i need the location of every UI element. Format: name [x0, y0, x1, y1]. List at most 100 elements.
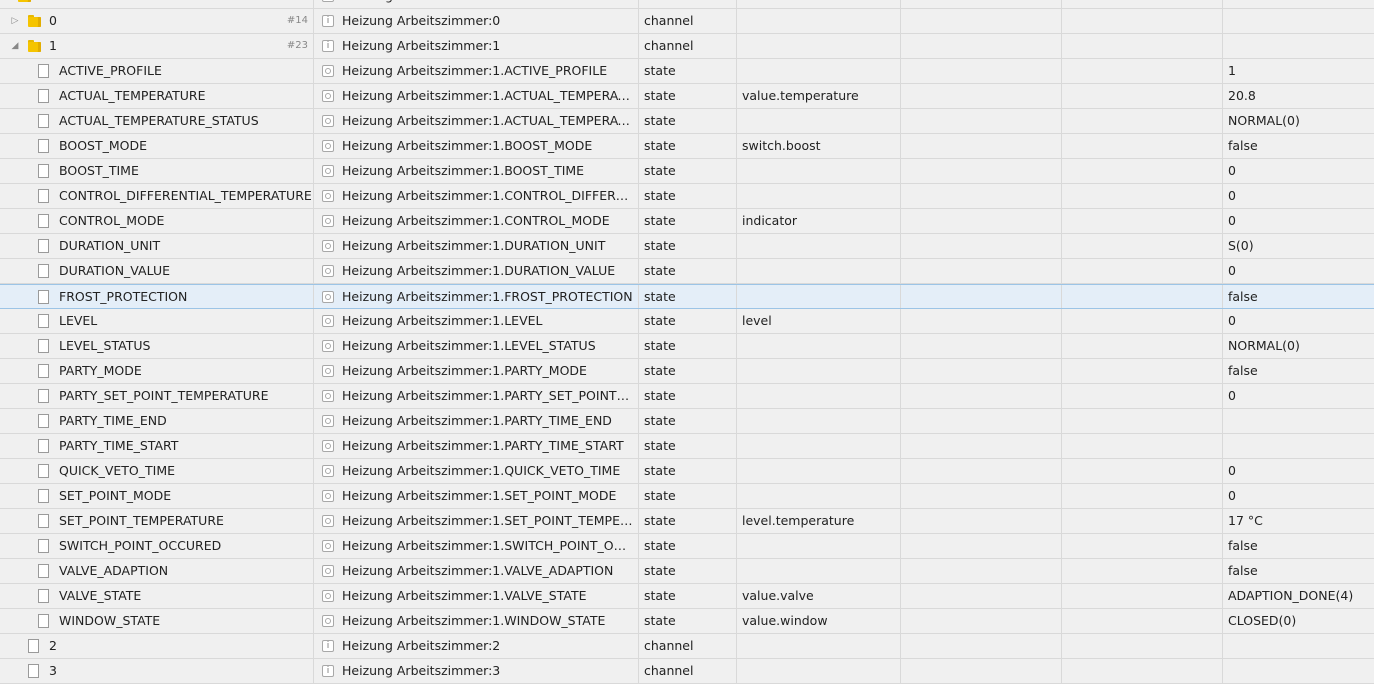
table-row[interactable]: ACTUAL_TEMPERATURE_STATUS Heizung Arbeits…: [0, 109, 1374, 134]
object-value[interactable]: S(0): [1228, 234, 1374, 258]
object-id: SWITCH_POINT_OCCURED: [59, 538, 222, 553]
table-row[interactable]: LEVEL_STATUS Heizung Arbeitszimmer:1.LEVE…: [0, 334, 1374, 359]
column-divider: [313, 309, 314, 333]
table-row[interactable]: PARTY_TIME_END Heizung Arbeitszimmer:1.PA…: [0, 409, 1374, 434]
column-divider: [313, 359, 314, 383]
column-divider: [638, 234, 639, 258]
column-divider: [900, 84, 901, 108]
column-divider: [900, 309, 901, 333]
state-type-icon: [322, 490, 334, 502]
table-row[interactable]: 000A1A998F22CD #13 Heizung Arbeitszimmer de…: [0, 0, 1374, 9]
object-value[interactable]: 17 °C: [1228, 509, 1374, 533]
object-value[interactable]: false: [1228, 534, 1374, 558]
object-value[interactable]: 0: [1228, 259, 1374, 283]
table-row[interactable]: PARTY_TIME_START Heizung Arbeitszimmer:1.…: [0, 434, 1374, 459]
column-divider: [1061, 84, 1062, 108]
table-row[interactable]: QUICK_VETO_TIME Heizung Arbeitszimmer:1.Q…: [0, 459, 1374, 484]
object-value[interactable]: [1228, 34, 1374, 58]
object-value[interactable]: [1228, 9, 1374, 33]
column-divider: [313, 434, 314, 458]
object-value[interactable]: CLOSED(0): [1228, 609, 1374, 633]
table-row[interactable]: CONTROL_MODE Heizung Arbeitszimmer:1.CONT…: [0, 209, 1374, 234]
column-divider: [1222, 59, 1223, 83]
column-divider: [736, 159, 737, 183]
table-row[interactable]: DURATION_UNIT Heizung Arbeitszimmer:1.DUR…: [0, 234, 1374, 259]
object-role: [742, 459, 897, 483]
object-value[interactable]: 0: [1228, 384, 1374, 408]
column-divider: [1222, 9, 1223, 33]
object-value[interactable]: false: [1228, 559, 1374, 583]
table-row[interactable]: PARTY_SET_POINT_TEMPERATURE Heizung Arbei…: [0, 384, 1374, 409]
object-value[interactable]: false: [1228, 134, 1374, 158]
table-row[interactable]: SET_POINT_TEMPERATURE Heizung Arbeitszimm…: [0, 509, 1374, 534]
object-value[interactable]: [1228, 634, 1374, 658]
column-divider: [313, 285, 314, 308]
object-value[interactable]: [1228, 0, 1374, 8]
object-name: Heizung Arbeitszimmer:1.PARTY_TIME_END: [342, 413, 612, 428]
table-row[interactable]: SET_POINT_MODE Heizung Arbeitszimmer:1.SE…: [0, 484, 1374, 509]
object-value[interactable]: [1228, 659, 1374, 683]
object-id: VALVE_ADAPTION: [59, 563, 169, 578]
table-row[interactable]: ACTUAL_TEMPERATURE Heizung Arbeitszimmer:…: [0, 84, 1374, 109]
state-type-icon: [322, 240, 334, 252]
column-divider: [1061, 234, 1062, 258]
channel-type-icon: [322, 664, 334, 678]
expand-toggle-icon[interactable]: ▷: [8, 9, 22, 33]
column-divider: [313, 584, 314, 608]
expand-toggle-icon[interactable]: ◢: [8, 34, 22, 58]
object-name: Heizung Arbeitszimmer:1.FROST_PROTECTION: [342, 289, 633, 304]
column-divider: [313, 559, 314, 583]
object-role: level.temperature: [742, 513, 855, 528]
object-value[interactable]: 0: [1228, 309, 1374, 333]
column-divider: [1222, 659, 1223, 683]
object-value[interactable]: [1228, 409, 1374, 433]
column-divider: [736, 659, 737, 683]
table-row[interactable]: CONTROL_DIFFERENTIAL_TEMPERATURE Heizung …: [0, 184, 1374, 209]
table-row[interactable]: VALVE_ADAPTION Heizung Arbeitszimmer:1.VA…: [0, 559, 1374, 584]
object-value[interactable]: 0: [1228, 484, 1374, 508]
object-id: DURATION_UNIT: [59, 238, 161, 253]
object-value[interactable]: 0: [1228, 184, 1374, 208]
object-value[interactable]: NORMAL(0): [1228, 109, 1374, 133]
object-value[interactable]: 0: [1228, 159, 1374, 183]
state-type-icon: [322, 365, 334, 377]
column-divider: [900, 409, 901, 433]
table-row[interactable]: WINDOW_STATE Heizung Arbeitszimmer:1.WIND…: [0, 609, 1374, 634]
column-divider: [900, 534, 901, 558]
object-value[interactable]: [1228, 434, 1374, 458]
table-row[interactable]: 3 Heizung Arbeitszimmer:3 channel: [0, 659, 1374, 684]
table-row[interactable]: ◢ 1 #23 Heizung Arbeitszimmer:1 channel: [0, 34, 1374, 59]
object-value[interactable]: 20.8: [1228, 84, 1374, 108]
object-value[interactable]: ADAPTION_DONE(4): [1228, 584, 1374, 608]
object-role: [742, 0, 897, 8]
column-divider: [736, 359, 737, 383]
object-value[interactable]: 1: [1228, 59, 1374, 83]
object-type: state: [644, 163, 676, 178]
table-row[interactable]: ACTIVE_PROFILE Heizung Arbeitszimmer:1.AC…: [0, 59, 1374, 84]
table-row[interactable]: DURATION_VALUE Heizung Arbeitszimmer:1.DU…: [0, 259, 1374, 284]
table-row[interactable]: VALVE_STATE Heizung Arbeitszimmer:1.VALVE…: [0, 584, 1374, 609]
column-divider: [638, 409, 639, 433]
column-divider: [1061, 59, 1062, 83]
object-type: state: [644, 588, 676, 603]
table-row[interactable]: 2 Heizung Arbeitszimmer:2 channel: [0, 634, 1374, 659]
table-row[interactable]: PARTY_MODE Heizung Arbeitszimmer:1.PARTY_…: [0, 359, 1374, 384]
table-row[interactable]: BOOST_TIME Heizung Arbeitszimmer:1.BOOST_…: [0, 159, 1374, 184]
object-name: Heizung Arbeitszimmer:1.SWITCH_POINT_OCC…: [342, 538, 634, 553]
object-type: state: [644, 413, 676, 428]
object-value[interactable]: 0: [1228, 209, 1374, 233]
object-value[interactable]: NORMAL(0): [1228, 334, 1374, 358]
table-row[interactable]: ▷ 0 #14 Heizung Arbeitszimmer:0 channel: [0, 9, 1374, 34]
column-divider: [900, 359, 901, 383]
table-row[interactable]: SWITCH_POINT_OCCURED Heizung Arbeitszimme…: [0, 534, 1374, 559]
state-type-icon: [322, 265, 334, 277]
table-row[interactable]: LEVEL Heizung Arbeitszimmer:1.LEVEL state l…: [0, 309, 1374, 334]
table-row[interactable]: FROST_PROTECTION Heizung Arbeitszimmer:1.…: [0, 284, 1374, 309]
column-divider: [900, 209, 901, 233]
object-value[interactable]: false: [1228, 285, 1374, 309]
object-value[interactable]: 0: [1228, 459, 1374, 483]
object-value[interactable]: false: [1228, 359, 1374, 383]
column-divider: [313, 0, 314, 8]
column-divider: [736, 285, 737, 308]
table-row[interactable]: BOOST_MODE Heizung Arbeitszimmer:1.BOOST_…: [0, 134, 1374, 159]
